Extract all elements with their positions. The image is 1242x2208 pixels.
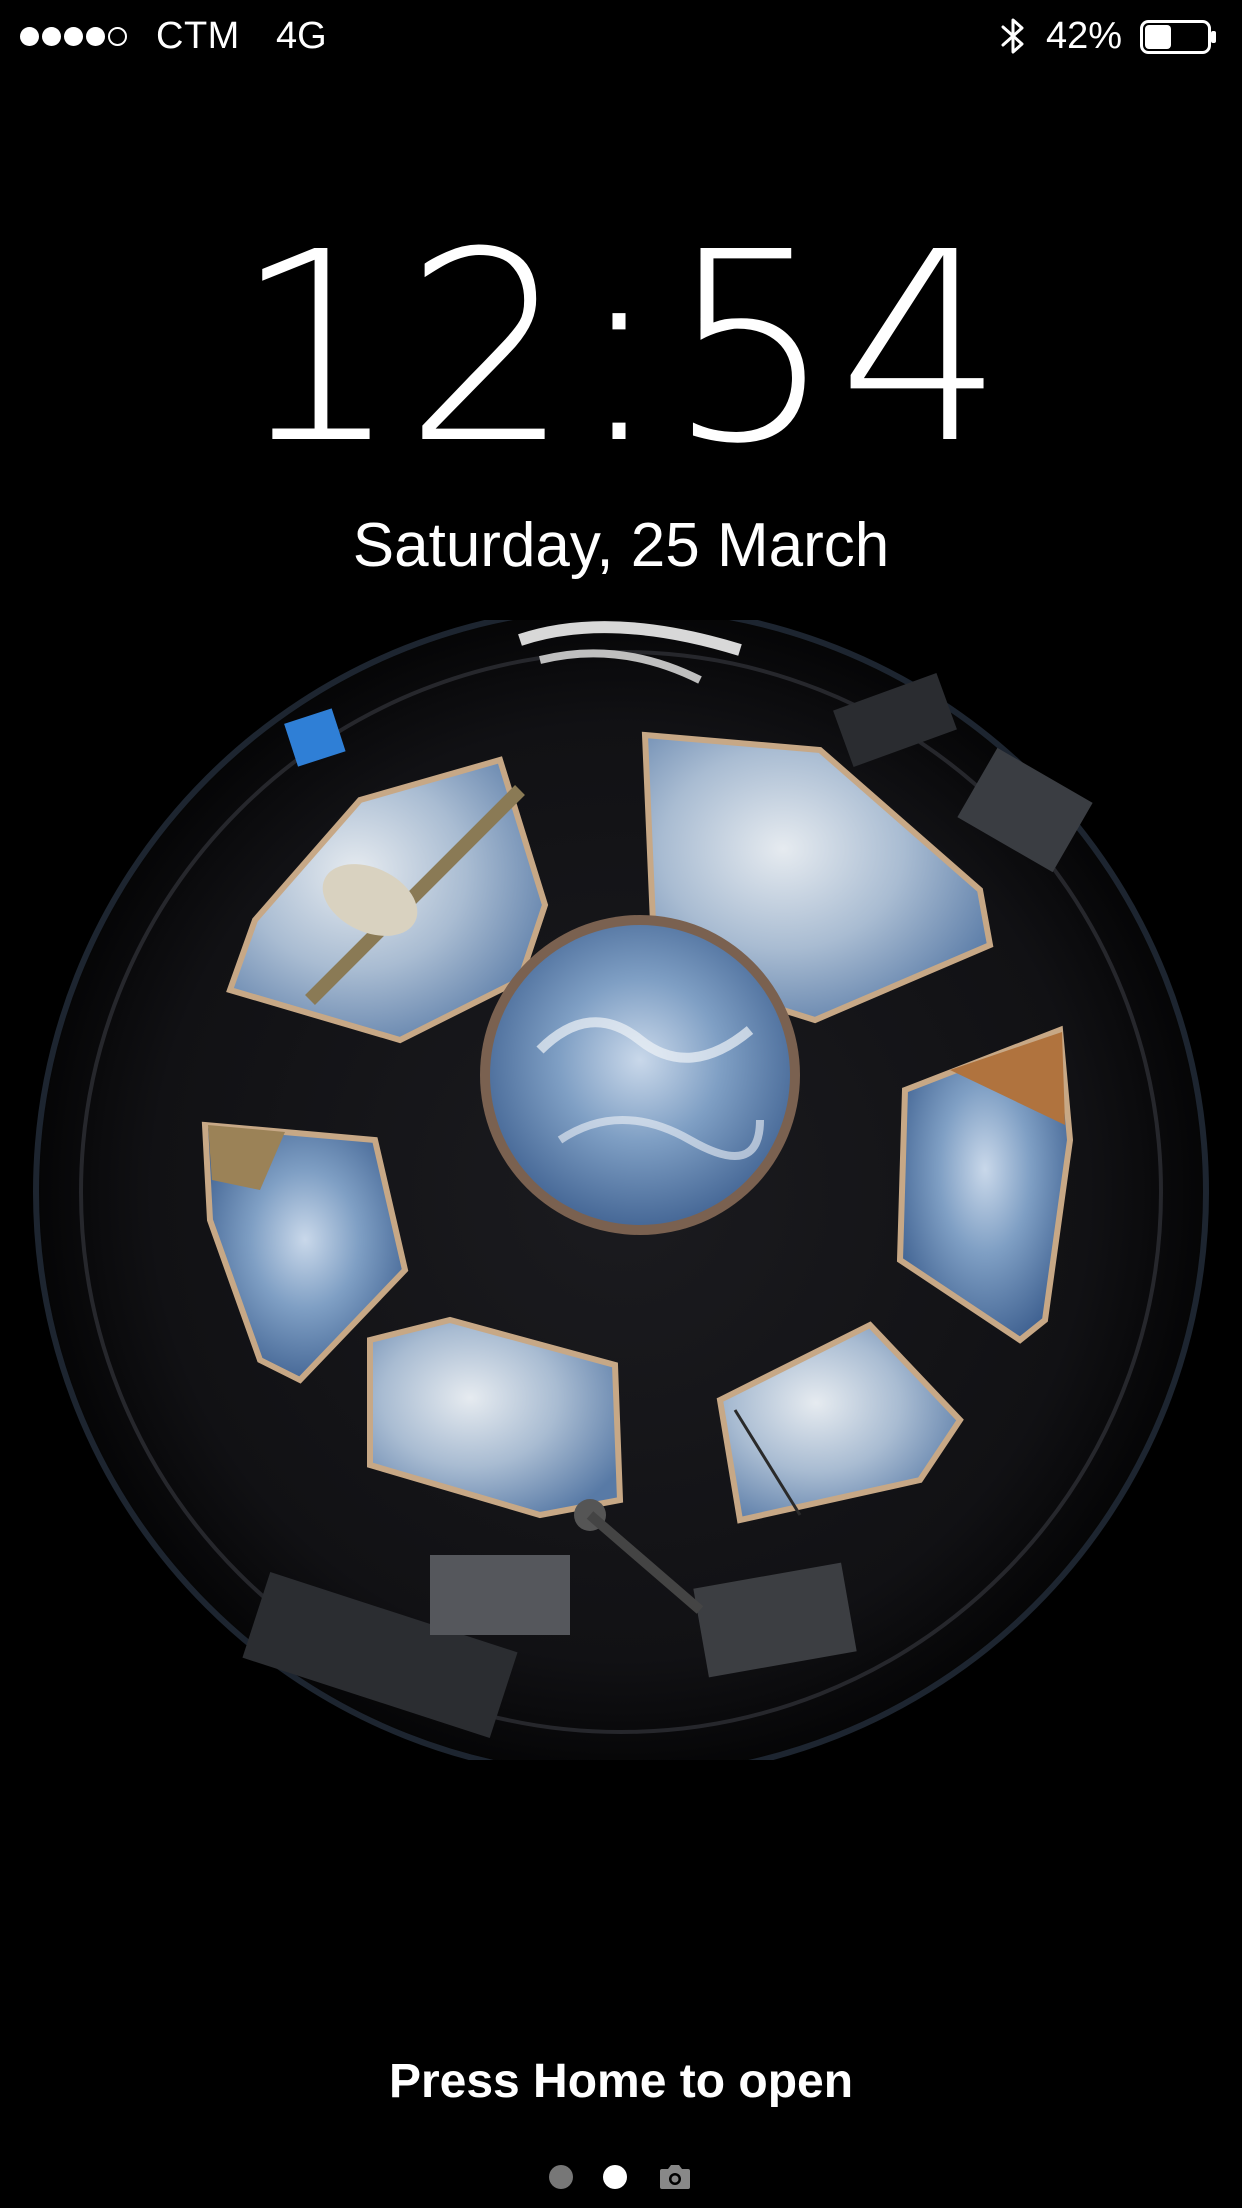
- status-bar: CTM 4G 42%: [0, 0, 1242, 72]
- camera-icon[interactable]: [657, 2163, 693, 2191]
- lock-clock: 12:54: [233, 196, 1009, 501]
- bluetooth-icon: [1001, 18, 1024, 54]
- signal-dot: [86, 26, 105, 46]
- page-dot[interactable]: [549, 2165, 573, 2189]
- battery-fill: [1145, 25, 1171, 49]
- page-dot-active[interactable]: [603, 2165, 627, 2189]
- lock-date: Saturday, 25 March: [352, 511, 890, 580]
- signal-dot: [42, 26, 61, 46]
- signal-dot-empty: [108, 26, 127, 46]
- signal-dot: [64, 26, 83, 46]
- signal-strength-icon: [20, 22, 127, 50]
- wallpaper-image: [33, 620, 1209, 1760]
- battery-icon: [1140, 20, 1216, 54]
- signal-dot: [20, 26, 39, 46]
- network-type: 4G: [276, 15, 327, 57]
- carrier-name: CTM: [156, 15, 240, 57]
- unlock-hint: Press Home to open: [388, 2055, 854, 2108]
- page-indicator[interactable]: [0, 2160, 1242, 2194]
- lock-screen: CTM 4G 42% 12:54 Saturday, 25 March Pres…: [0, 0, 1242, 2208]
- battery-percentage: 42%: [1046, 15, 1123, 57]
